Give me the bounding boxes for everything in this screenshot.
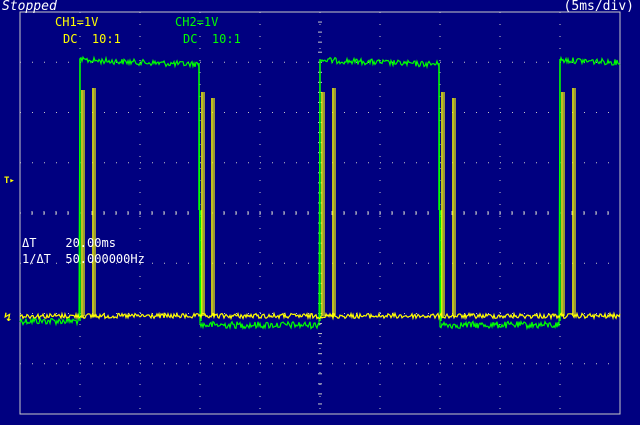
timebase-readout: (5ms/div) <box>563 0 634 14</box>
ch2-waveform <box>19 55 621 331</box>
ch1-scale-label: CH1=1V <box>55 15 99 29</box>
delta-t-readout: ΔT 20.00ms <box>22 236 116 250</box>
acquisition-status: Stopped <box>2 0 57 14</box>
ch2-coupling-label: DC 10:1 <box>183 32 241 46</box>
ch1-coupling-label: DC 10:1 <box>63 32 121 46</box>
ground-level-marker[interactable]: ↯ <box>4 311 11 323</box>
inverse-delta-t-readout: 1/ΔT 50.000000Hz <box>22 252 145 266</box>
ch2-scale-label: CH2=1V <box>175 15 219 29</box>
waveform-display <box>19 11 621 415</box>
trigger-level-marker[interactable]: T▸ <box>4 176 15 186</box>
oscilloscope-screen: Stopped (5ms/div) CH1=1V DC 10:1 CH2=1V … <box>0 0 640 425</box>
